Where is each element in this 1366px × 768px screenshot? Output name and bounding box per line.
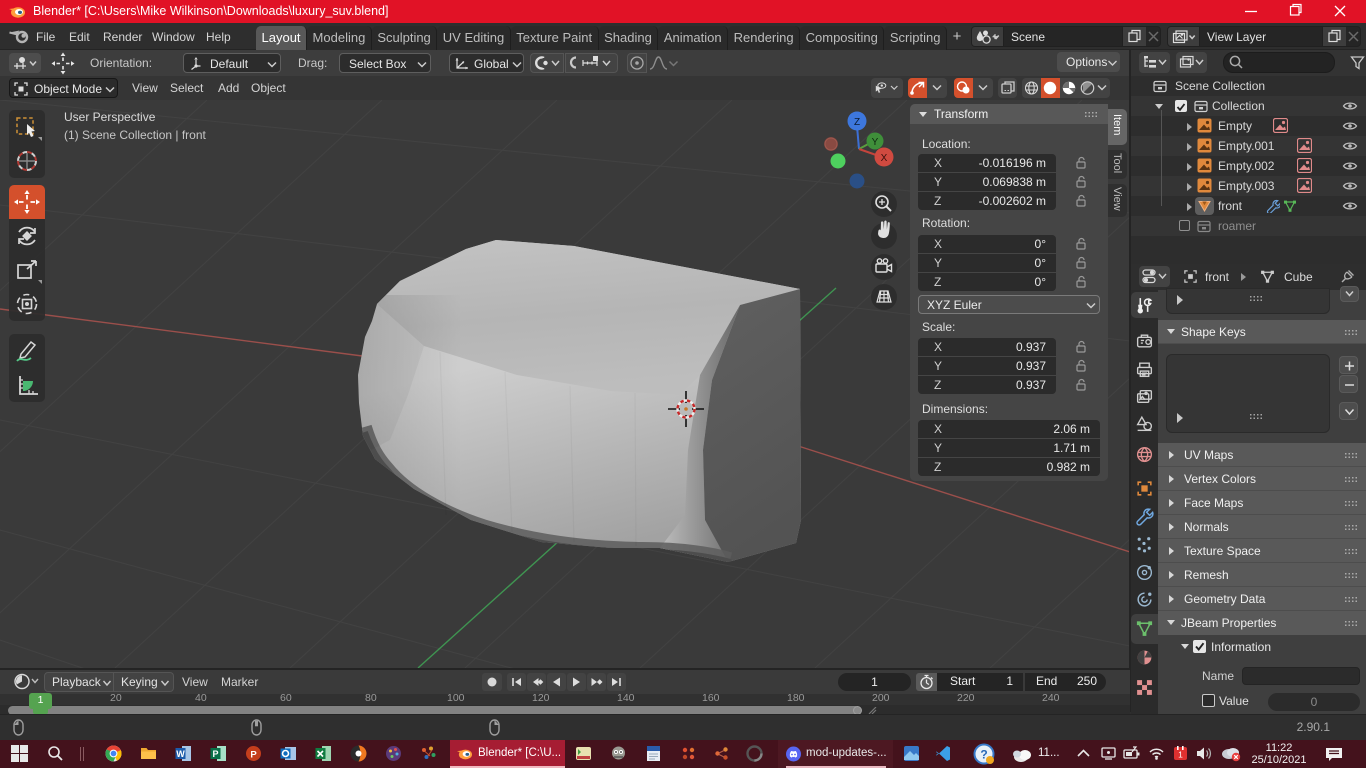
- svg-text:Y: Y: [872, 137, 879, 148]
- svg-text:P: P: [250, 750, 257, 761]
- svg-text:X: X: [881, 153, 888, 164]
- svg-text:W: W: [176, 749, 185, 759]
- svg-text:P: P: [212, 749, 218, 759]
- svg-text:1: 1: [1178, 750, 1183, 760]
- svg-text:Z: Z: [854, 117, 860, 128]
